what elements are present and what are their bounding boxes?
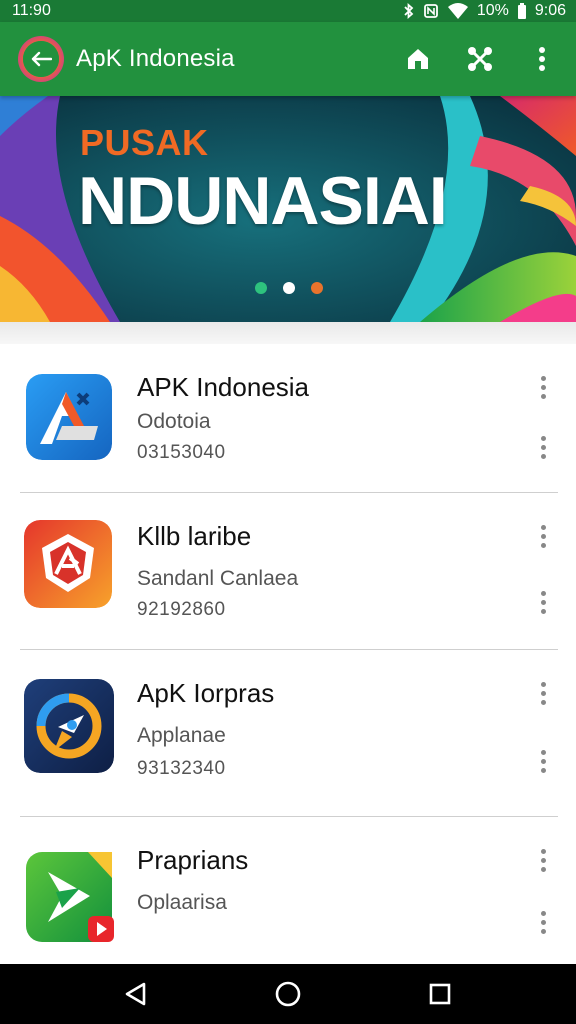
back-triangle-icon[interactable] — [106, 964, 166, 1024]
blue-orbit-icon — [24, 679, 114, 773]
more-options-icon[interactable] — [532, 521, 554, 551]
battery-text: 10% — [476, 2, 509, 19]
divider — [20, 492, 558, 493]
red-shield-icon — [24, 520, 112, 608]
more-options-icon[interactable] — [532, 432, 554, 462]
app-list: APK Indonesia Odotoia 03153040 Kllb lari… — [0, 344, 576, 982]
app-name: ApK Iorpras — [137, 678, 275, 708]
back-arrow-icon — [23, 41, 59, 77]
nfc-icon — [423, 3, 439, 19]
green-play-icon — [26, 852, 116, 944]
list-item[interactable]: Kllb laribe Sandanl Canlaea 92192860 — [0, 501, 576, 658]
share-icon[interactable] — [460, 39, 500, 79]
more-options-icon[interactable] — [532, 907, 554, 937]
banner-title: NDUNASIAI — [78, 163, 448, 239]
more-options-icon[interactable] — [532, 678, 554, 708]
app-subtitle: Applanae — [137, 724, 226, 747]
app-number: 03153040 — [137, 442, 226, 463]
more-options-icon[interactable] — [532, 746, 554, 776]
overflow-menu-icon[interactable] — [522, 39, 562, 79]
app-title: ApK Indonesia — [76, 45, 235, 72]
wifi-icon — [447, 3, 469, 19]
carousel-dot[interactable] — [311, 282, 323, 294]
banner-separator — [0, 322, 576, 344]
status-clock: 9:06 — [534, 2, 566, 19]
app-number: 93132340 — [137, 758, 226, 779]
banner-kicker: PUSAK — [80, 122, 209, 163]
carousel-indicator — [255, 282, 323, 294]
list-item[interactable]: APK Indonesia Odotoia 03153040 — [0, 344, 576, 501]
back-button[interactable] — [18, 36, 64, 82]
bluetooth-icon — [403, 3, 415, 19]
navigation-bar — [0, 964, 576, 1024]
carousel-dot[interactable] — [283, 282, 295, 294]
battery-icon — [517, 3, 527, 19]
divider — [20, 649, 558, 650]
carousel-dot[interactable] — [255, 282, 267, 294]
app-bar: ApK Indonesia — [0, 22, 576, 96]
app-name: Kllb laribe — [137, 521, 252, 551]
more-options-icon[interactable] — [532, 587, 554, 617]
status-left-time: 11:90 — [12, 2, 51, 19]
list-item[interactable]: Praprians Oplaarisa — [0, 825, 576, 982]
app-subtitle: Sandanl Canlaea — [137, 567, 299, 590]
app-name: APK Indonesia — [137, 372, 310, 402]
app-number: 92192860 — [137, 599, 226, 620]
app-subtitle: Odotoia — [137, 410, 211, 433]
divider — [20, 816, 558, 817]
home-circle-icon[interactable] — [258, 964, 318, 1024]
apk-a-icon — [26, 374, 112, 460]
app-name: Praprians — [137, 845, 249, 875]
app-subtitle: Oplaarisa — [137, 891, 227, 914]
more-options-icon[interactable] — [532, 372, 554, 402]
list-item[interactable]: ApK Iorpras Applanae 93132340 — [0, 658, 576, 817]
status-icons: 10% 9:06 — [403, 2, 566, 20]
screen: 11:90 10% 9:06 ApK Indonesia PUSAK NDUNA… — [0, 0, 576, 1024]
more-options-icon[interactable] — [532, 845, 554, 875]
house-icon[interactable] — [398, 39, 438, 79]
recents-square-icon[interactable] — [410, 964, 470, 1024]
status-bar: 11:90 10% 9:06 — [0, 0, 576, 22]
